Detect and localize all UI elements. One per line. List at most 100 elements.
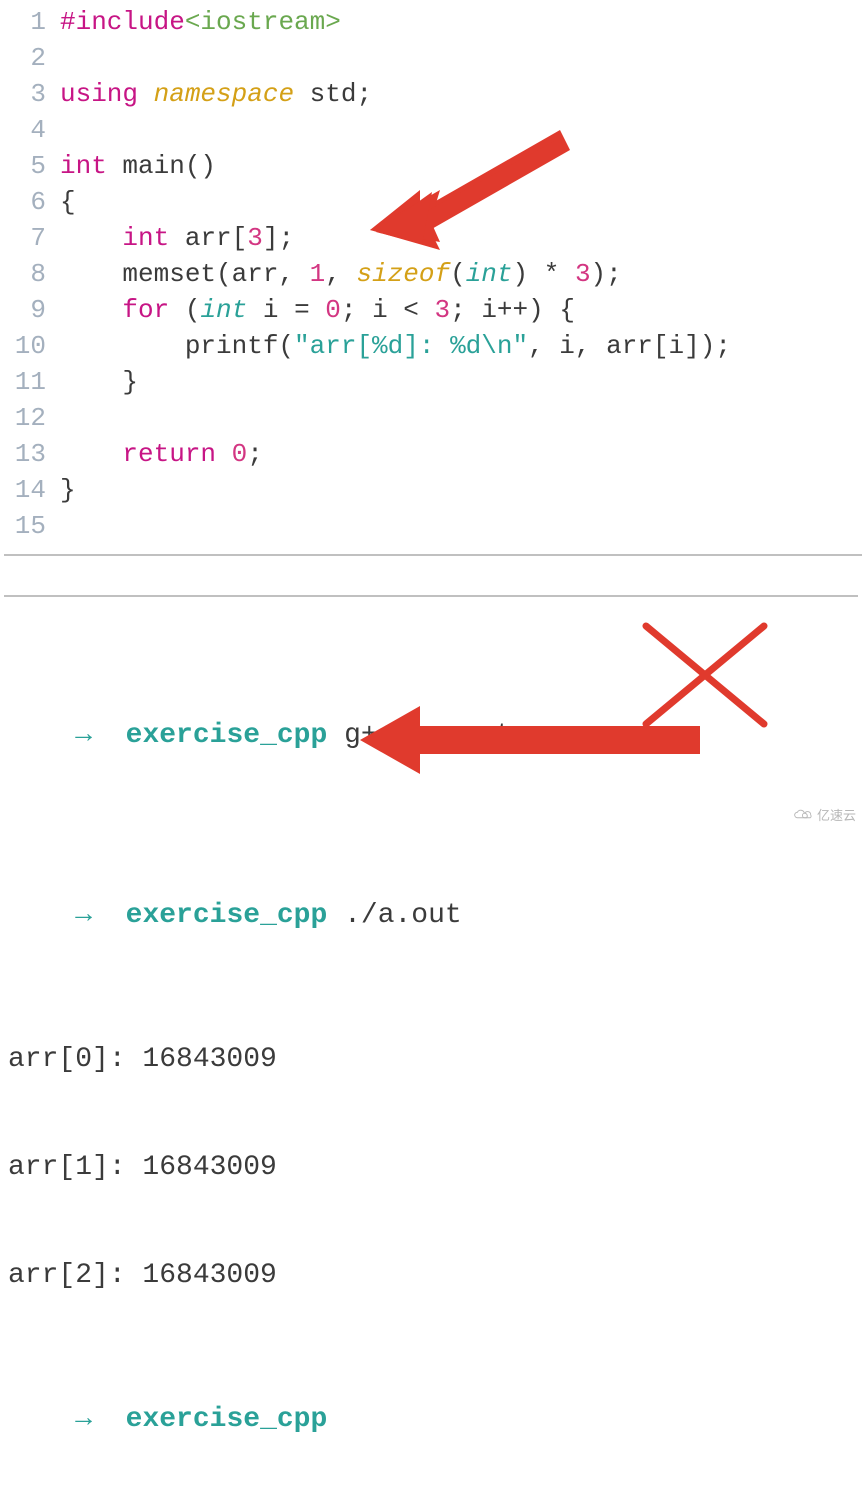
syntax-token: memset(arr, xyxy=(60,259,310,289)
syntax-token: , xyxy=(325,259,356,289)
syntax-token: int xyxy=(466,259,513,289)
code-line[interactable]: 7 int arr[3]; xyxy=(0,220,862,256)
code-line[interactable]: 10 printf("arr[%d]: %d\n", i, arr[i]); xyxy=(0,328,862,364)
terminal-command: g++ memset.cpp xyxy=(344,720,579,751)
line-number: 7 xyxy=(0,220,60,256)
prompt-dir: exercise_cpp xyxy=(126,1404,328,1435)
syntax-token: 1 xyxy=(310,259,326,289)
prompt-dir: exercise_cpp xyxy=(126,900,328,931)
syntax-token: for xyxy=(122,295,169,325)
code-editor[interactable]: 1#include<iostream>23using namespace std… xyxy=(0,0,862,552)
syntax-token: ]; xyxy=(263,223,294,253)
pane-divider-2 xyxy=(4,595,858,597)
syntax-token: ( xyxy=(169,295,200,325)
syntax-token: <iostream> xyxy=(185,7,341,37)
prompt-dir: exercise_cpp xyxy=(126,720,328,751)
line-number: 12 xyxy=(0,400,60,436)
code-line[interactable]: 14} xyxy=(0,472,862,508)
syntax-token: 3 xyxy=(575,259,591,289)
line-number: 14 xyxy=(0,472,60,508)
code-content[interactable]: return 0; xyxy=(60,436,862,472)
code-content[interactable]: memset(arr, 1, sizeof(int) * 3); xyxy=(60,256,862,292)
syntax-token: namespace xyxy=(154,79,294,109)
syntax-token: int xyxy=(60,151,107,181)
syntax-token: return xyxy=(122,439,216,469)
syntax-token: int xyxy=(122,223,169,253)
terminal-line: → exercise_cpp xyxy=(8,1366,858,1474)
code-line[interactable]: 6{ xyxy=(0,184,862,220)
line-number: 6 xyxy=(0,184,60,220)
code-line[interactable]: 4 xyxy=(0,112,862,148)
syntax-token: ; i++) { xyxy=(450,295,575,325)
syntax-token: 3 xyxy=(247,223,263,253)
code-line[interactable]: 2 xyxy=(0,40,862,76)
terminal-pane[interactable]: → exercise_cpp g++ memset.cpp → exercise… xyxy=(8,610,858,1510)
code-content[interactable]: } xyxy=(60,472,862,508)
code-line[interactable]: 5int main() xyxy=(0,148,862,184)
line-number: 2 xyxy=(0,40,60,76)
terminal-line: → exercise_cpp ./a.out xyxy=(8,862,858,970)
terminal-line: → exercise_cpp g++ memset.cpp xyxy=(8,682,858,790)
syntax-token: "arr[%d]: %d\n" xyxy=(294,331,528,361)
line-number: 4 xyxy=(0,112,60,148)
code-content[interactable]: for (int i = 0; i < 3; i++) { xyxy=(60,292,862,328)
syntax-token xyxy=(60,439,122,469)
code-line[interactable]: 11 } xyxy=(0,364,862,400)
prompt-arrow-icon: → xyxy=(75,1404,92,1435)
terminal-output-line: arr[0]: 16843009 xyxy=(8,1042,858,1078)
syntax-token xyxy=(216,439,232,469)
syntax-token: i = xyxy=(247,295,325,325)
syntax-token: std; xyxy=(294,79,372,109)
syntax-token: { xyxy=(60,187,76,217)
syntax-token: } xyxy=(60,475,76,505)
syntax-token: using xyxy=(60,79,138,109)
code-line[interactable]: 15 xyxy=(0,508,862,544)
code-line[interactable]: 8 memset(arr, 1, sizeof(int) * 3); xyxy=(0,256,862,292)
code-line[interactable]: 1#include<iostream> xyxy=(0,4,862,40)
terminal-output-line: arr[2]: 16843009 xyxy=(8,1258,858,1294)
line-number: 8 xyxy=(0,256,60,292)
line-number: 1 xyxy=(0,4,60,40)
prompt-arrow-icon: → xyxy=(75,720,92,751)
syntax-token: #include xyxy=(60,7,185,37)
syntax-token: main() xyxy=(107,151,216,181)
syntax-token: printf( xyxy=(60,331,294,361)
code-content[interactable]: using namespace std; xyxy=(60,76,862,112)
code-line[interactable]: 9 for (int i = 0; i < 3; i++) { xyxy=(0,292,862,328)
code-content[interactable]: int main() xyxy=(60,148,862,184)
line-number: 11 xyxy=(0,364,60,400)
line-number: 13 xyxy=(0,436,60,472)
code-content[interactable]: printf("arr[%d]: %d\n", i, arr[i]); xyxy=(60,328,862,364)
line-number: 3 xyxy=(0,76,60,112)
syntax-token: sizeof xyxy=(356,259,450,289)
terminal-output-line: arr[1]: 16843009 xyxy=(8,1150,858,1186)
terminal-command: ./a.out xyxy=(344,900,462,931)
syntax-token: } xyxy=(60,367,138,397)
syntax-token: 3 xyxy=(435,295,451,325)
syntax-token: ; xyxy=(247,439,263,469)
syntax-token: 0 xyxy=(232,439,248,469)
syntax-token: 0 xyxy=(325,295,341,325)
line-number: 9 xyxy=(0,292,60,328)
syntax-token: ) * xyxy=(513,259,575,289)
code-content[interactable]: } xyxy=(60,364,862,400)
syntax-token: int xyxy=(200,295,247,325)
code-content[interactable]: { xyxy=(60,184,862,220)
prompt-arrow-icon: → xyxy=(75,900,92,931)
code-line[interactable]: 3using namespace std; xyxy=(0,76,862,112)
syntax-token: arr[ xyxy=(169,223,247,253)
syntax-token: ( xyxy=(450,259,466,289)
code-content[interactable]: #include<iostream> xyxy=(60,4,862,40)
code-content[interactable]: int arr[3]; xyxy=(60,220,862,256)
line-number: 5 xyxy=(0,148,60,184)
pane-divider xyxy=(4,554,862,556)
syntax-token xyxy=(60,295,122,325)
syntax-token: , i, arr[i]); xyxy=(528,331,731,361)
code-line[interactable]: 13 return 0; xyxy=(0,436,862,472)
syntax-token xyxy=(60,223,122,253)
syntax-token xyxy=(138,79,154,109)
syntax-token: ); xyxy=(591,259,622,289)
line-number: 10 xyxy=(0,328,60,364)
syntax-token: ; i < xyxy=(341,295,435,325)
code-line[interactable]: 12 xyxy=(0,400,862,436)
